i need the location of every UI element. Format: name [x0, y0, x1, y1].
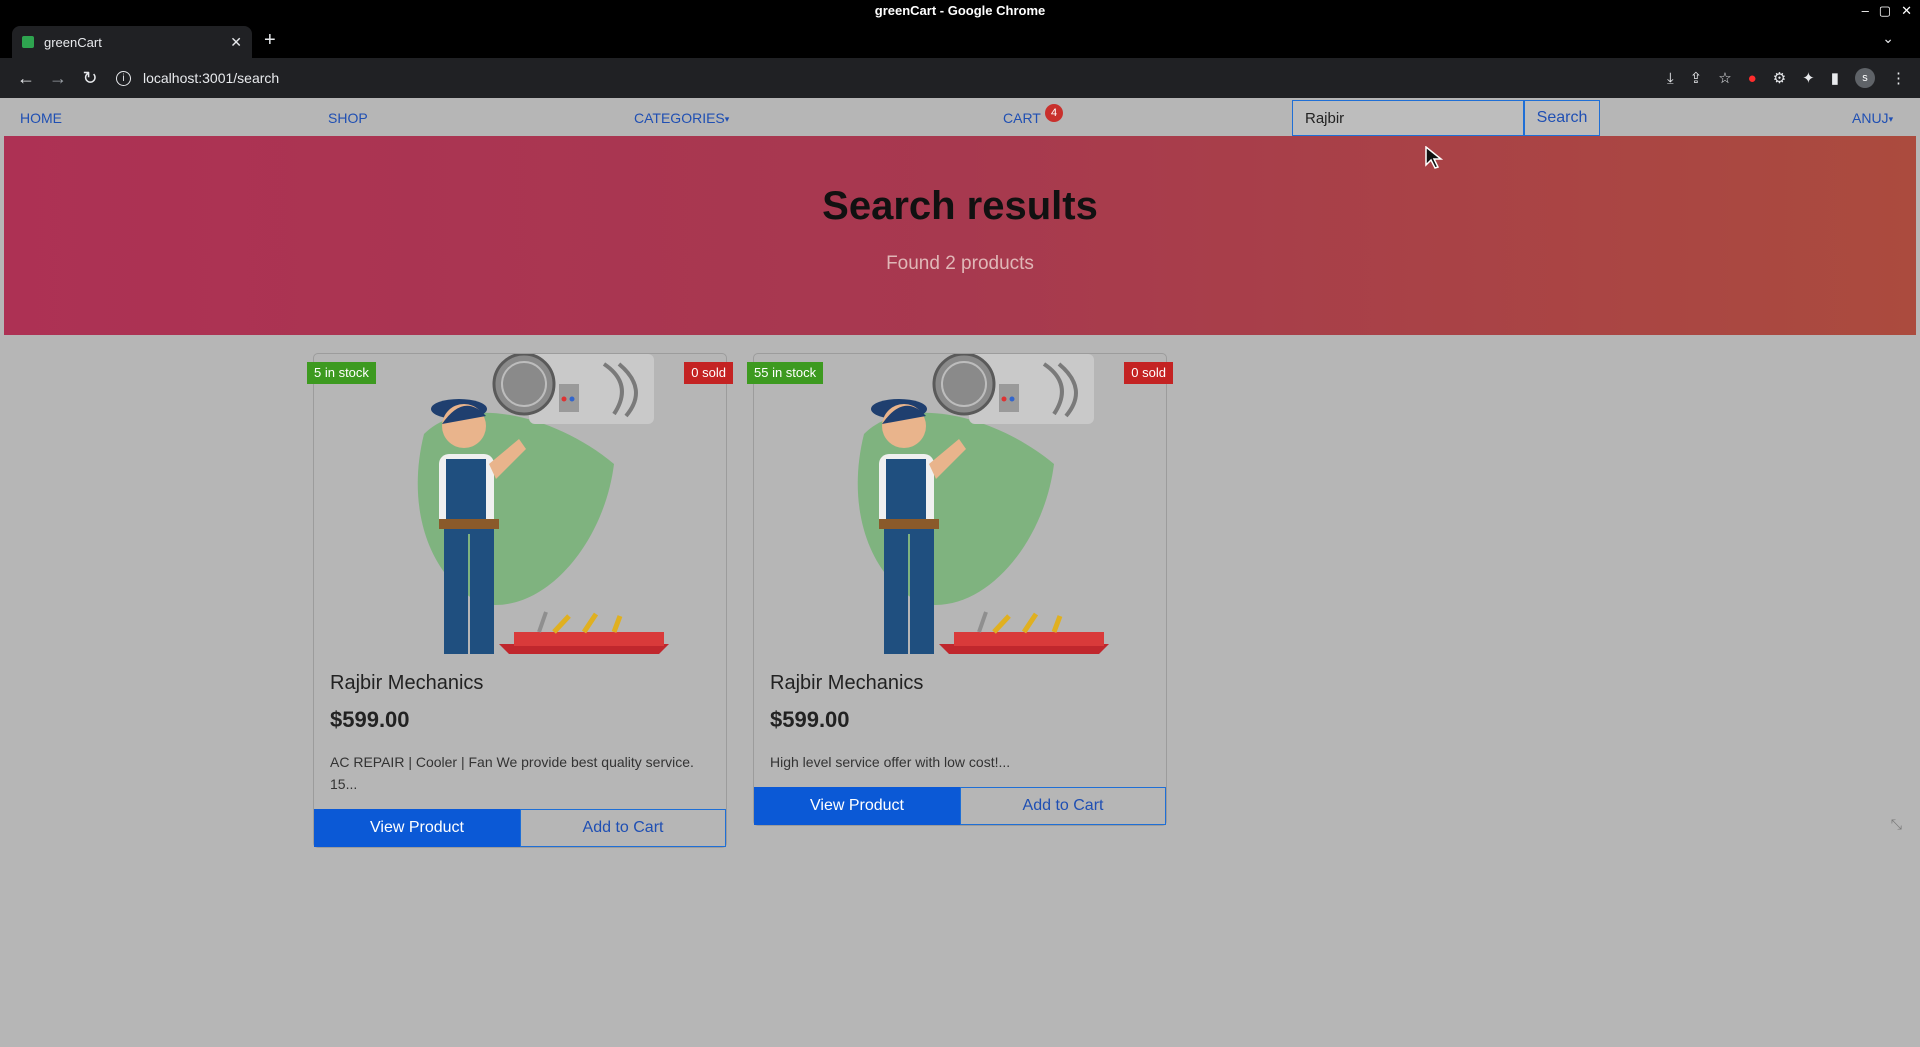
toolbar-actions: ⤓ ⇪ ☆ ● ⚙ ✦ ▮ s ⋮	[1667, 58, 1906, 98]
add-to-cart-button[interactable]: Add to Cart	[960, 787, 1166, 825]
search-hero: Search results Found 2 products	[4, 136, 1916, 335]
tab-strip: greenCart ✕ + ⌄	[0, 22, 1920, 58]
results-count: Found 2 products	[886, 253, 1034, 274]
view-product-button[interactable]: View Product	[754, 787, 960, 825]
maximize-icon[interactable]: ▢	[1879, 0, 1891, 22]
new-tab-icon[interactable]: +	[264, 30, 276, 50]
mechanic-illustration	[857, 354, 1109, 654]
sold-badge: 0 sold	[1124, 362, 1173, 384]
window-title-bar: greenCart - Google Chrome – ▢ ✕	[0, 0, 1920, 22]
window-controls: – ▢ ✕	[1862, 0, 1912, 22]
nav-user-menu[interactable]: ANUJ▾	[1852, 110, 1893, 126]
side-panel-icon[interactable]: ▮	[1831, 69, 1839, 87]
close-window-icon[interactable]: ✕	[1901, 0, 1912, 22]
url-text: localhost:3001/search	[143, 70, 280, 86]
site-info-icon[interactable]: i	[116, 70, 131, 86]
back-icon[interactable]: ←	[10, 68, 42, 89]
view-product-button[interactable]: View Product	[314, 809, 520, 847]
address-bar[interactable]: i localhost:3001/search	[116, 70, 1516, 86]
forward-icon[interactable]: →	[42, 68, 74, 89]
close-tab-icon[interactable]: ✕	[230, 34, 242, 51]
nav-cart[interactable]: CART 4	[1003, 104, 1063, 126]
sold-badge: 0 sold	[684, 362, 733, 384]
extension-red-icon[interactable]: ●	[1748, 70, 1757, 87]
card-actions: View Product Add to Cart	[314, 809, 726, 847]
user-name: ANUJ	[1852, 110, 1889, 126]
bookmark-star-icon[interactable]: ☆	[1718, 69, 1731, 87]
expand-icon[interactable]: ⤡	[1891, 816, 1902, 833]
product-name: Rajbir Mechanics	[770, 672, 924, 694]
share-icon[interactable]: ⇪	[1690, 69, 1703, 87]
mechanic-illustration	[417, 354, 669, 654]
page-title: Search results	[822, 184, 1098, 228]
minimize-icon[interactable]: –	[1862, 0, 1869, 22]
product-card: 55 in stock 0 sold Rajbir Mechanics $599…	[747, 353, 1173, 826]
product-description: AC REPAIR | Cooler | Fan We provide best…	[330, 754, 694, 792]
window-title: greenCart - Google Chrome	[874, 3, 1046, 18]
cart-count-badge: 4	[1045, 104, 1063, 122]
product-card: 5 in stock 0 sold Rajbir Mechanics $599.…	[307, 353, 733, 848]
extensions-puzzle-icon[interactable]: ✦	[1802, 69, 1815, 87]
stock-badge: 55 in stock	[747, 362, 824, 384]
nav-categories-label: CATEGORIES	[634, 110, 725, 126]
profile-avatar[interactable]: s	[1855, 68, 1875, 88]
caret-down-icon: ▾	[1888, 113, 1894, 124]
product-image[interactable]	[754, 354, 1166, 654]
reload-icon[interactable]: ↻	[74, 68, 106, 89]
product-description: High level service offer with low cost!.…	[770, 754, 1011, 770]
search-input[interactable]	[1292, 100, 1524, 136]
product-image[interactable]	[314, 354, 726, 654]
card-actions: View Product Add to Cart	[754, 787, 1166, 825]
nav-cart-label: CART	[1003, 110, 1041, 126]
site-navbar: HOME SHOP CATEGORIES▾ CART 4 Search ANUJ…	[4, 98, 1916, 136]
product-price: $599.00	[770, 707, 850, 732]
page: HOME SHOP CATEGORIES▾ CART 4 Search ANUJ…	[4, 98, 1916, 1047]
product-name: Rajbir Mechanics	[330, 672, 484, 694]
add-to-cart-button[interactable]: Add to Cart	[520, 809, 726, 847]
favicon-icon	[22, 36, 34, 48]
nav-categories[interactable]: CATEGORIES▾	[634, 110, 729, 126]
tab-title: greenCart	[44, 34, 102, 50]
card-body: Rajbir Mechanics $599.00 High level serv…	[754, 654, 1166, 787]
nav-shop[interactable]: SHOP	[328, 110, 368, 126]
install-icon[interactable]: ⤓	[1667, 70, 1674, 87]
chrome-menu-icon[interactable]: ⋮	[1891, 69, 1906, 87]
browser-tab[interactable]: greenCart ✕	[12, 26, 252, 58]
mouse-cursor-icon	[1425, 146, 1443, 169]
stock-badge: 5 in stock	[307, 362, 376, 384]
card-body: Rajbir Mechanics $599.00 AC REPAIR | Coo…	[314, 654, 726, 809]
tab-search-icon[interactable]: ⌄	[1882, 30, 1894, 47]
product-price: $599.00	[330, 707, 410, 732]
search-button[interactable]: Search	[1524, 100, 1600, 136]
browser-toolbar: ← → ↻ i localhost:3001/search ⤓ ⇪ ☆ ● ⚙ …	[0, 58, 1920, 98]
caret-down-icon: ▾	[724, 113, 730, 124]
settings-extension-icon[interactable]: ⚙	[1773, 69, 1786, 87]
nav-home[interactable]: HOME	[20, 110, 62, 126]
